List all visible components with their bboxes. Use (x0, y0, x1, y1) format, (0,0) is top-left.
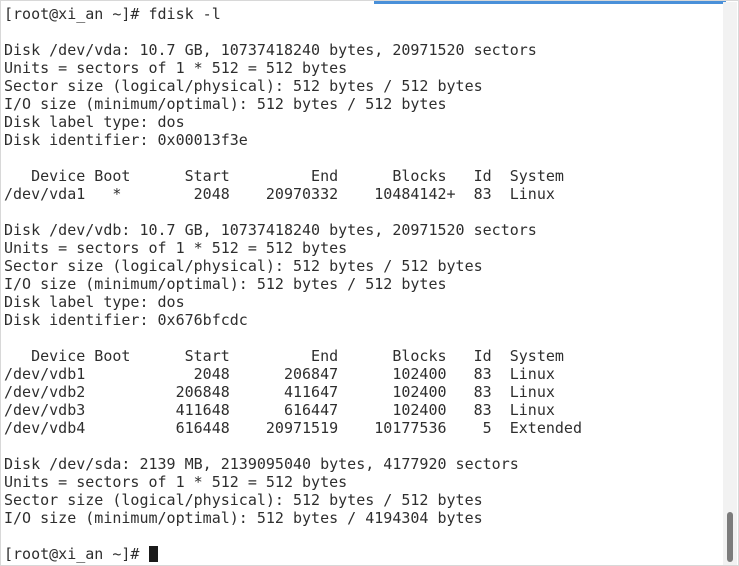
terminal-line: Disk identifier: 0x00013f3e (4, 131, 248, 149)
terminal-line: Sector size (logical/physical): 512 byte… (4, 491, 483, 509)
scrollbar-track[interactable] (723, 2, 737, 565)
terminal-line: /dev/vdb3 411648 616447 102400 83 Linux (4, 401, 555, 419)
terminal-line: Disk label type: dos (4, 113, 185, 131)
terminal-line: Disk /dev/vda: 10.7 GB, 10737418240 byte… (4, 41, 537, 59)
terminal-line: Device Boot Start End Blocks Id System (4, 347, 564, 365)
terminal-line: /dev/vdb4 616448 20971519 10177536 5 Ext… (4, 419, 582, 437)
terminal-line: Sector size (logical/physical): 512 byte… (4, 77, 483, 95)
prompt-line[interactable]: [root@xi_an ~]# (4, 545, 722, 563)
terminal-line: Disk identifier: 0x676bfcdc (4, 311, 248, 329)
terminal-line: [root@xi_an ~]# fdisk -l (4, 5, 221, 23)
window-accent-bar (374, 1, 726, 4)
terminal-line: I/O size (minimum/optimal): 512 bytes / … (4, 275, 447, 293)
terminal-window: [root@xi_an ~]# fdisk -l Disk /dev/vda: 1… (0, 0, 739, 566)
terminal-line: Device Boot Start End Blocks Id System (4, 167, 564, 185)
terminal-line: Disk /dev/vdb: 10.7 GB, 10737418240 byte… (4, 221, 537, 239)
terminal-line: Units = sectors of 1 * 512 = 512 bytes (4, 59, 348, 77)
scrollbar-thumb[interactable] (727, 512, 733, 562)
terminal-line: /dev/vdb2 206848 411647 102400 83 Linux (4, 383, 555, 401)
terminal-output[interactable]: [root@xi_an ~]# fdisk -l Disk /dev/vda: 1… (4, 5, 722, 565)
shell-prompt: [root@xi_an ~]# (4, 545, 149, 563)
terminal-line: I/O size (minimum/optimal): 512 bytes / … (4, 509, 483, 527)
terminal-line: Disk /dev/sda: 2139 MB, 2139095040 bytes… (4, 455, 519, 473)
terminal-line: Sector size (logical/physical): 512 byte… (4, 257, 483, 275)
terminal-line: /dev/vda1 * 2048 20970332 10484142+ 83 L… (4, 185, 555, 203)
terminal-line: /dev/vdb1 2048 206847 102400 83 Linux (4, 365, 555, 383)
text-cursor (148, 546, 158, 562)
terminal-line: I/O size (minimum/optimal): 512 bytes / … (4, 95, 447, 113)
terminal-line: Disk label type: dos (4, 293, 185, 311)
terminal-line: Units = sectors of 1 * 512 = 512 bytes (4, 473, 348, 491)
terminal-line: Units = sectors of 1 * 512 = 512 bytes (4, 239, 348, 257)
